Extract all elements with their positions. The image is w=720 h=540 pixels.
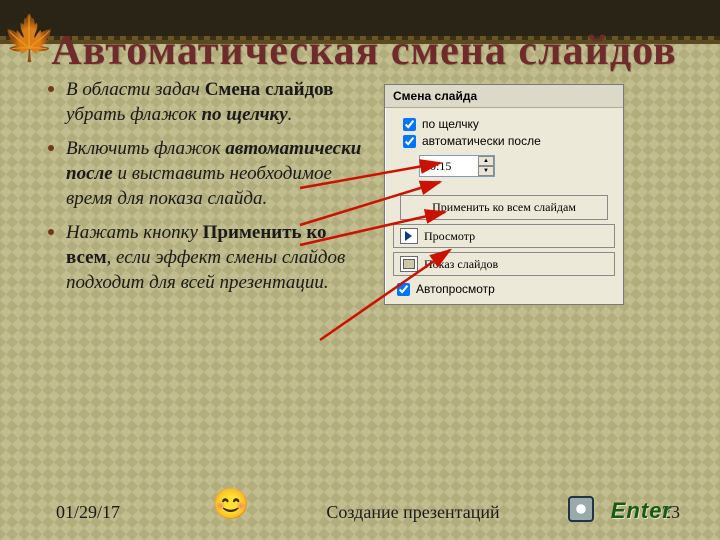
play-icon [400,228,418,244]
list-item: В области задач Смена слайдов убрать фла… [48,78,368,127]
checkbox-on-click-input[interactable] [403,118,416,131]
spinner-up-button[interactable]: ▲ [478,156,494,166]
checkbox-auto-after[interactable]: автоматически после [403,134,615,148]
time-field[interactable] [420,156,478,176]
slide-content: Автоматическая смена слайдов В области з… [48,30,680,480]
list-item: Включить флажок автоматически после и вы… [48,137,368,211]
footer-source: Создание презентаций [206,502,620,523]
apply-to-all-button[interactable]: Применить ко всем слайдам [400,195,608,220]
action-button-icon [568,496,594,522]
checkbox-autopreview[interactable]: Автопросмотр [397,282,611,296]
checkbox-on-click[interactable]: по щелчку [403,117,615,131]
preview-button[interactable]: Просмотр [393,224,615,248]
time-spinner[interactable]: ▲ ▼ [419,155,495,177]
slideshow-icon [400,256,418,272]
checkbox-auto-after-input[interactable] [403,135,416,148]
enter-link[interactable]: Enter [611,498,672,524]
list-item: Нажать кнопку Применить ко всем, если эф… [48,221,368,295]
checkbox-autopreview-input[interactable] [397,283,410,296]
slideshow-button[interactable]: Показ слайдов [393,252,615,276]
spinner-down-button[interactable]: ▼ [478,166,494,176]
footer-date: 01/29/17 [56,502,206,523]
pane-header: Смена слайда [385,85,623,108]
task-pane-slide-transition: Смена слайда по щелчку автоматически пос… [384,84,624,305]
instruction-list: В области задач Смена слайдов убрать фла… [48,78,368,306]
slide-title: Автоматическая смена слайдов [48,30,680,72]
